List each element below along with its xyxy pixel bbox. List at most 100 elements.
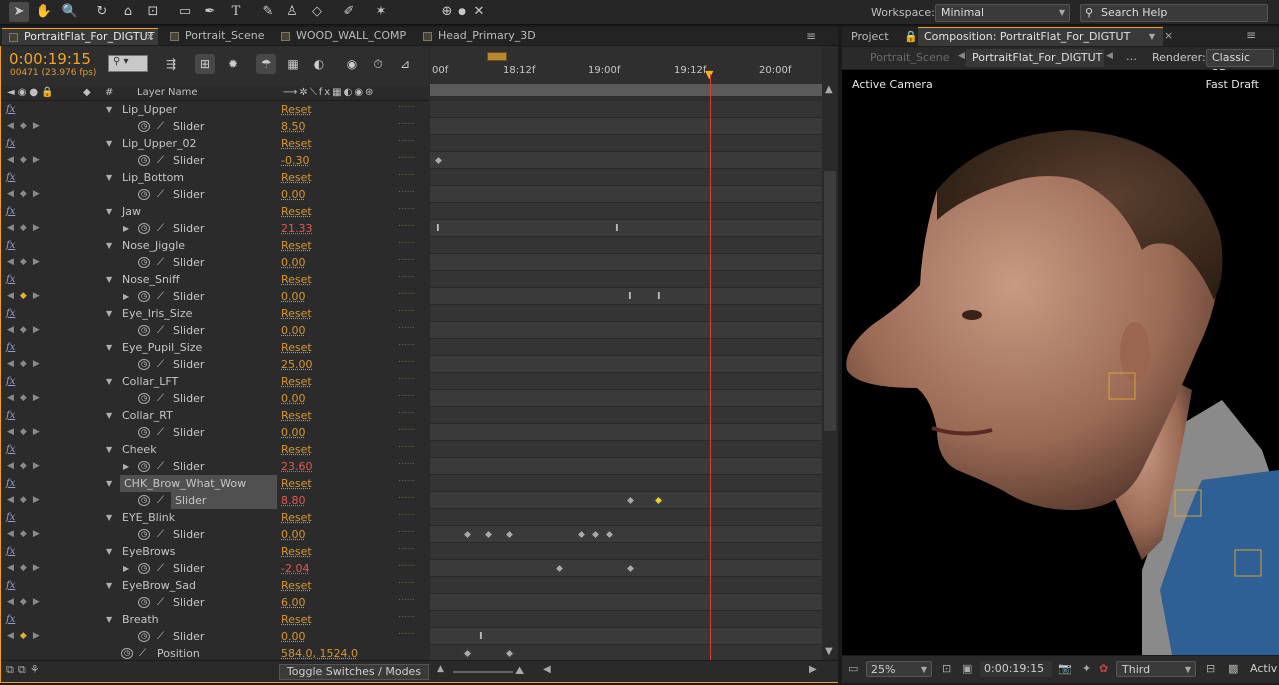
camera-tool-icon[interactable]: ⌂ xyxy=(118,2,138,22)
keyframe[interactable] xyxy=(504,648,515,659)
stopwatch-icon[interactable]: ◷ xyxy=(138,257,150,268)
keyframe-navigator-icon[interactable]: ◀◆▶ xyxy=(7,526,46,543)
breadcrumb-current-comp[interactable]: PortraitFlat_For_DIGTUT xyxy=(966,49,1104,67)
scroll-up-icon[interactable]: ▲ xyxy=(825,84,833,95)
tab-portraitflat[interactable]: PortraitFlat_For_DIGTUT × xyxy=(2,28,158,45)
keyframe-navigator-icon[interactable]: ◀◆▶ xyxy=(7,560,46,577)
slider-row[interactable]: ◀◆▶ ◷ ⟋ Slider 0.00 ...... xyxy=(1,185,429,203)
stopwatch-icon[interactable]: ◷ xyxy=(138,155,150,166)
slider-value[interactable]: -0.30 xyxy=(281,152,309,169)
slider-row[interactable]: ◀◆▶ ◷ ⟋ Slider 25.00 ...... xyxy=(1,355,429,373)
slider-row[interactable]: ◀◆▶ ◷ ⟋ Slider 0.00 ...... xyxy=(1,321,429,339)
zoom-tool-icon[interactable]: 🔍 xyxy=(60,2,80,22)
effect-name[interactable]: EYE_Blink xyxy=(122,509,175,526)
footer-toggle-icons[interactable]: ⧉⧉⚘ xyxy=(6,663,44,677)
breadcrumb-more[interactable]: … xyxy=(1126,50,1137,63)
effect-name[interactable]: Nose_Sniff xyxy=(122,271,180,288)
slider-value[interactable]: 0.00 xyxy=(281,628,306,645)
reset-link[interactable]: Reset xyxy=(281,101,312,118)
selection-tool-icon[interactable]: ➤ xyxy=(9,2,29,22)
graph-icon[interactable]: ⟋ xyxy=(139,645,146,660)
slider-row[interactable]: ◀◆▶ ◷ ⟋ Slider 0.00 ...... xyxy=(1,627,429,645)
keyframe-navigator-icon[interactable]: ◀◆▶ xyxy=(7,424,46,441)
fx-icon[interactable]: fx xyxy=(6,509,15,526)
keyframe-navigator-icon[interactable]: ◀◆▶ xyxy=(7,492,46,509)
reset-link[interactable]: Reset xyxy=(281,577,312,594)
fx-icon[interactable]: fx xyxy=(6,441,15,458)
reset-link[interactable]: Reset xyxy=(281,135,312,152)
channels-icon[interactable]: ✿ xyxy=(1099,661,1108,677)
keyframe[interactable] xyxy=(625,563,636,574)
effect-name[interactable]: Lip_Bottom xyxy=(122,169,184,186)
graph-icon[interactable]: ⟋ xyxy=(157,458,164,475)
lock-icon[interactable]: 🔒 xyxy=(904,30,918,43)
zoom-out-icon[interactable]: ▲ xyxy=(437,664,444,674)
effect-name[interactable]: Nose_Jiggle xyxy=(122,237,185,254)
scrollbar-thumb[interactable] xyxy=(824,171,836,431)
effect-row[interactable]: fx ▼ Nose_Sniff Reset ...... xyxy=(1,270,429,288)
slider-value[interactable]: 0.00 xyxy=(281,322,306,339)
reset-link[interactable]: Reset xyxy=(281,373,312,390)
graph-icon[interactable]: ⟋ xyxy=(157,492,164,509)
reset-link[interactable]: Reset xyxy=(281,475,312,492)
expand-triangle-icon[interactable]: ▼ xyxy=(106,611,112,628)
reset-link[interactable]: Reset xyxy=(281,611,312,628)
graph-icon[interactable]: ⟋ xyxy=(157,118,164,135)
selected-keyframe[interactable] xyxy=(653,495,664,506)
effect-name[interactable]: Eye_Iris_Size xyxy=(122,305,192,322)
stopwatch-icon[interactable]: ◷ xyxy=(138,597,150,608)
show-snapshot-icon[interactable]: ✦ xyxy=(1082,661,1091,677)
fx-icon[interactable]: fx xyxy=(6,407,15,424)
hold-keyframe[interactable]: I xyxy=(615,220,619,237)
collapse-triangle-icon[interactable]: ▶ xyxy=(123,220,129,237)
viewer-timecode[interactable]: 0:00:19:15 xyxy=(980,661,1052,677)
slider-row[interactable]: ◀◆▶ ▶ ◷ ⟋ Slider 23.60 ...... xyxy=(1,457,429,475)
stopwatch-icon[interactable]: ◷ xyxy=(138,189,150,200)
graph-editor-icon[interactable]: ⊿ xyxy=(395,54,415,74)
graph-icon[interactable]: ⟋ xyxy=(157,424,164,441)
puppet-pin-tool-icon[interactable]: ✶ xyxy=(371,2,391,22)
keyframe-navigator-icon[interactable]: ◀◆▶ xyxy=(7,186,46,203)
expand-triangle-icon[interactable]: ▼ xyxy=(106,203,112,220)
keyframe-navigator-icon[interactable]: ◀◆▶ xyxy=(7,118,46,135)
effect-row[interactable]: fx ▼ Eye_Iris_Size Reset ...... xyxy=(1,304,429,322)
graph-icon[interactable]: ⟋ xyxy=(157,220,164,237)
stopwatch-icon[interactable]: ◷ xyxy=(138,563,150,574)
effect-row[interactable]: fx ▼ EYE_Blink Reset ...... xyxy=(1,508,429,526)
stopwatch-icon[interactable]: ◷ xyxy=(138,461,150,472)
effect-name[interactable]: EyeBrows xyxy=(122,543,176,560)
slider-row[interactable]: ◀◆▶ ▶ ◷ ⟋ Slider 21.33 ...... xyxy=(1,219,429,237)
keyframe-navigator-icon[interactable]: ◀◆▶ xyxy=(7,356,46,373)
reset-link[interactable]: Reset xyxy=(281,509,312,526)
effect-name[interactable]: Breath xyxy=(122,611,159,628)
auto-keyframe-icon[interactable]: ⏱ xyxy=(368,54,388,74)
comp-mini-flowchart-icon[interactable]: ⇶ xyxy=(161,54,181,74)
collapse-triangle-icon[interactable]: ▶ xyxy=(123,458,129,475)
transparency-grid-icon[interactable]: ▩ xyxy=(1228,661,1238,677)
slider-row[interactable]: ◀◆▶ ◷ ⟋ Slider 0.00 ...... xyxy=(1,389,429,407)
stopwatch-icon[interactable]: ◷ xyxy=(138,495,150,506)
expand-triangle-icon[interactable]: ▼ xyxy=(106,475,112,492)
slider-value[interactable]: 25.00 xyxy=(281,356,313,373)
keyframe[interactable] xyxy=(590,529,601,540)
fx-icon[interactable]: fx xyxy=(6,577,15,594)
effect-row[interactable]: fx ▼ CHK_Brow_What_Wow Reset ...... xyxy=(1,474,429,492)
brainstorm-icon[interactable]: ◉ xyxy=(342,54,362,74)
reset-link[interactable]: Reset xyxy=(281,543,312,560)
keyframe[interactable] xyxy=(554,563,565,574)
effect-name[interactable]: Jaw xyxy=(122,203,141,220)
fx-icon[interactable]: fx xyxy=(6,373,15,390)
position-row[interactable]: ◷ ⟋ Position 584.0, 1524.0 xyxy=(1,645,429,660)
reset-link[interactable]: Reset xyxy=(281,339,312,356)
fx-icon[interactable]: fx xyxy=(6,305,15,322)
rectangle-tool-icon[interactable]: ▭ xyxy=(175,2,195,22)
close-icon[interactable]: × xyxy=(1164,29,1173,42)
effect-name[interactable]: EyeBrow_Sad xyxy=(122,577,196,594)
keyframe-navigator-icon[interactable]: ◀◆▶ xyxy=(7,458,46,475)
scroll-down-icon[interactable]: ▼ xyxy=(825,646,833,657)
eraser-tool-icon[interactable]: ◇ xyxy=(307,2,327,22)
effect-name[interactable]: Eye_Pupil_Size xyxy=(122,339,202,356)
toggle-switches-modes-button[interactable]: Toggle Switches / Modes xyxy=(279,664,429,680)
keyframe[interactable] xyxy=(462,648,473,659)
fx-icon[interactable]: fx xyxy=(6,237,15,254)
